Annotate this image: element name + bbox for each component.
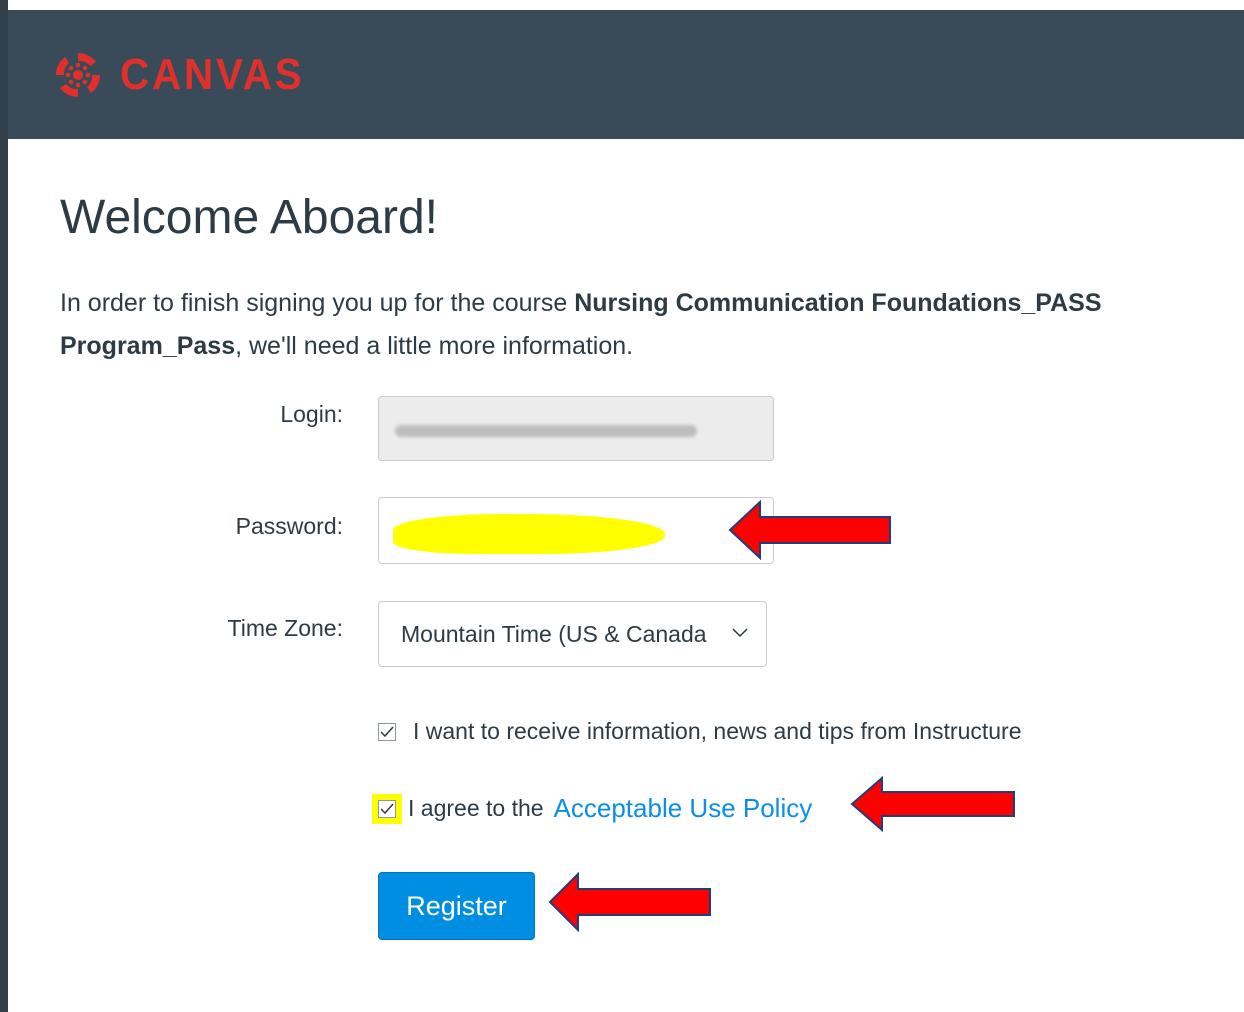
timezone-label: Time Zone: <box>227 615 343 641</box>
intro-text: In order to finish signing you up for th… <box>60 282 1210 368</box>
header-bar: CANVAS <box>8 10 1244 139</box>
intro-prefix: In order to finish signing you up for th… <box>60 289 575 317</box>
newsletter-label: I want to receive information, news and … <box>413 718 1022 744</box>
acceptable-use-policy-link[interactable]: Acceptable Use Policy <box>554 793 813 824</box>
password-field[interactable] <box>378 497 774 564</box>
agree-checkbox[interactable] <box>378 799 396 818</box>
agree-label: I agree to the <box>408 795 544 821</box>
top-margin <box>0 0 1244 10</box>
window-edge <box>0 0 8 1012</box>
password-label: Password: <box>235 513 343 539</box>
chevron-down-icon <box>732 628 748 638</box>
register-button[interactable]: Register <box>378 872 535 940</box>
login-field[interactable] <box>378 396 774 461</box>
redacted-login-value <box>395 425 697 437</box>
check-icon <box>380 803 394 814</box>
arrow-register-icon <box>548 872 711 932</box>
password-highlight <box>393 514 665 554</box>
agree-checkbox-highlight <box>372 793 402 824</box>
timezone-select[interactable]: Mountain Time (US & Canada <box>378 601 767 667</box>
canvas-logo-icon <box>55 52 101 98</box>
timezone-value: Mountain Time (US & Canada <box>401 620 707 647</box>
newsletter-row: I want to receive information, news and … <box>378 718 1022 745</box>
page-title: Welcome Aboard! <box>60 191 438 244</box>
arrow-password-icon <box>728 500 891 560</box>
newsletter-checkbox[interactable] <box>378 722 396 741</box>
canvas-logo[interactable]: CANVAS <box>48 44 321 106</box>
check-icon <box>380 726 394 737</box>
brand-name: CANVAS <box>120 50 305 99</box>
login-label: Login: <box>280 401 343 427</box>
arrow-agree-icon <box>850 776 1015 832</box>
agree-row: I agree to the Acceptable Use Policy <box>372 793 812 824</box>
intro-suffix: , we'll need a little more information. <box>235 332 634 360</box>
